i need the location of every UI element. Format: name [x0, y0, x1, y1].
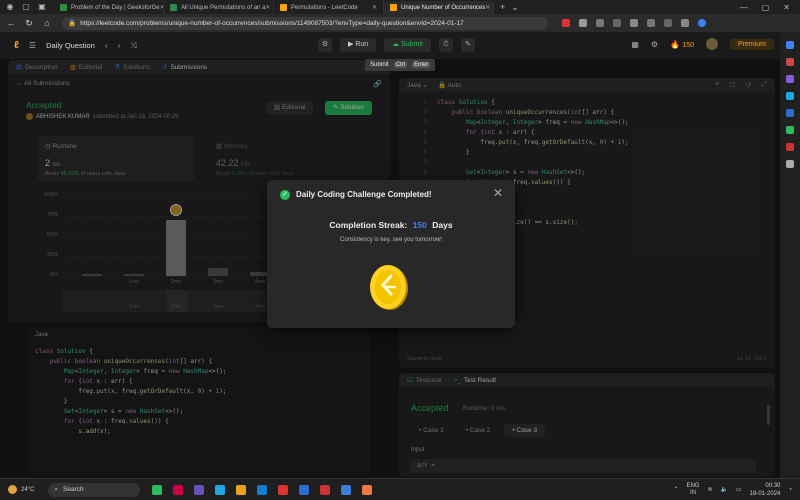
submit-tooltip: Submit Ctrl Enter: [365, 59, 436, 71]
taskbar-app-icon[interactable]: [278, 484, 289, 495]
weather-sun-icon: [8, 485, 17, 494]
downloads-icon[interactable]: [664, 19, 672, 27]
leetcode-favicon-icon: [390, 4, 397, 11]
leetcode-logo-icon[interactable]: ℓ: [14, 40, 19, 51]
windows-taskbar: 24°C ⌕ Search ⌃ ENG IN ≋ 🔈 ▭ 00:30 18-01-2…: [0, 478, 800, 500]
taskbar-app-icon[interactable]: [194, 484, 205, 495]
search-icon: ⌕: [54, 485, 59, 493]
battery-icon[interactable]: ▭: [736, 486, 742, 493]
tools-icon[interactable]: [786, 75, 794, 83]
prev-problem-icon[interactable]: ‹: [105, 41, 108, 50]
problem-list-title[interactable]: Daily Question: [46, 41, 95, 50]
wifi-icon[interactable]: ≋: [707, 486, 712, 493]
browser-tab-4[interactable]: Unique Number of Occurrences ✕: [384, 1, 494, 14]
browser-tab-1[interactable]: Problem of the Day | GeeksforGe ✕: [54, 1, 164, 14]
file-explorer-icon[interactable]: [236, 484, 247, 495]
outlook-icon[interactable]: [786, 109, 794, 117]
browser-tab-2[interactable]: All Unique Permutations of an a ✕: [164, 1, 274, 14]
close-tab-icon[interactable]: ✕: [485, 4, 490, 11]
streak[interactable]: 🔥 150: [670, 40, 694, 49]
taskbar-app-icon[interactable]: [215, 484, 226, 495]
tab-list-chevron-icon[interactable]: ⌄: [511, 2, 519, 13]
shopping-icon[interactable]: [786, 58, 794, 66]
center-toolbar: ⚙ ▶ Run ☁ Submit ⏱ ✎: [318, 38, 475, 52]
run-button[interactable]: ▶ Run: [340, 38, 377, 52]
browser-tab-bar: ◉ ▢ ▣ Problem of the Day | GeeksforGe ✕ …: [0, 0, 800, 14]
gfg-favicon-icon: [170, 4, 177, 11]
daily-challenge-modal: ✓ Daily Coding Challenge Completed! ✕ Co…: [267, 180, 515, 328]
language-indicator[interactable]: ENG IN: [686, 483, 699, 497]
extension-red-icon[interactable]: [562, 19, 570, 27]
gfg-favicon-icon: [60, 4, 67, 11]
weather-widget[interactable]: 24°C: [8, 485, 34, 494]
browser-tab-3[interactable]: Permutations - LeetCode ✕: [274, 1, 384, 14]
layout-icon[interactable]: ▦: [631, 40, 639, 49]
avatar[interactable]: [705, 38, 718, 50]
problem-list-icon[interactable]: ☰: [29, 41, 36, 50]
submit-button[interactable]: ☁ Submit: [384, 38, 431, 52]
header-right: ▦ ⚙ 🔥 150 Premium: [631, 38, 774, 50]
shuffle-icon[interactable]: ⤨: [130, 41, 136, 51]
address-bar-row: ← ↻ ⌂ 🔒 https://leetcode.com/problems/un…: [0, 14, 800, 32]
completion-streak: Completion Streak: 150 Days: [329, 220, 453, 230]
next-problem-icon[interactable]: ›: [118, 41, 121, 50]
system-tray: ⌃ ENG IN ≋ 🔈 ▭ 00:30 18-01-2024 ◔: [673, 482, 792, 498]
favorites-icon[interactable]: [596, 19, 604, 27]
refresh-icon[interactable]: ↻: [22, 18, 36, 29]
notes-icon[interactable]: ✎: [460, 38, 475, 52]
clock[interactable]: 00:30 18-01-2024: [750, 482, 781, 498]
leetcode-header: ℓ ☰ Daily Question ‹ › ⤨ ⚙ ▶ Run ☁ Submi…: [0, 32, 780, 59]
office-icon[interactable]: [786, 143, 794, 151]
taskbar-app-icon[interactable]: [173, 484, 184, 495]
workspaces-icon[interactable]: ▢: [20, 2, 32, 12]
add-sidebar-icon[interactable]: [786, 160, 794, 168]
debug-icon[interactable]: ⚙: [318, 38, 332, 52]
copilot-icon[interactable]: [698, 19, 706, 27]
new-tab-icon[interactable]: +: [500, 2, 505, 12]
taskbar-widget-icon[interactable]: [152, 484, 163, 495]
taskbar-app-icon[interactable]: [362, 484, 373, 495]
modal-message: Consistency is key, see you tomorrow!: [340, 237, 442, 243]
close-tab-icon[interactable]: ✕: [265, 4, 270, 11]
taskbar-search[interactable]: ⌕ Search: [48, 482, 141, 497]
premium-button[interactable]: Premium: [729, 38, 774, 50]
lock-icon: 🔒: [68, 20, 77, 27]
search-sidebar-icon[interactable]: [786, 41, 794, 49]
edge-icon[interactable]: [257, 484, 268, 495]
extension-grey-icon[interactable]: [579, 19, 587, 27]
close-icon[interactable]: ✕: [493, 186, 503, 200]
taskbar-app-icon[interactable]: [320, 484, 331, 495]
settings-menu-icon[interactable]: [681, 19, 689, 27]
check-circle-icon: ✓: [280, 190, 290, 200]
minimize-icon[interactable]: —: [740, 3, 748, 12]
leetcode-favicon-icon: [280, 4, 287, 11]
back-icon[interactable]: ←: [4, 18, 18, 28]
timer-icon[interactable]: ⏱: [438, 38, 453, 52]
maximize-icon[interactable]: ▢: [762, 3, 770, 12]
leetcode-coin-icon: [370, 265, 408, 310]
close-window-icon[interactable]: ✕: [783, 3, 790, 12]
tab-actions-icon[interactable]: ▣: [36, 2, 48, 12]
tray-chevron-icon[interactable]: ⌃: [673, 486, 678, 493]
home-icon[interactable]: ⌂: [40, 18, 54, 28]
vscode-icon[interactable]: [341, 484, 352, 495]
notifications-icon[interactable]: ◔: [788, 487, 792, 493]
store-icon[interactable]: [299, 484, 310, 495]
browser-sidebar: [780, 32, 800, 478]
fire-icon: 🔥: [670, 39, 681, 49]
profile-icon[interactable]: ◉: [4, 2, 16, 12]
window-controls: — ▢ ✕: [740, 3, 790, 12]
volume-icon[interactable]: 🔈: [721, 486, 728, 493]
split-screen-icon[interactable]: [613, 19, 621, 27]
url-field[interactable]: 🔒 https://leetcode.com/problems/unique-n…: [62, 16, 548, 30]
close-tab-icon[interactable]: ✕: [372, 4, 377, 11]
extensions-icon[interactable]: [647, 19, 655, 27]
games-icon[interactable]: [786, 92, 794, 100]
modal-title: Daily Coding Challenge Completed!: [296, 190, 432, 199]
drop-icon[interactable]: [786, 126, 794, 134]
collections-icon[interactable]: [630, 19, 638, 27]
settings-icon[interactable]: ⚙: [651, 40, 658, 49]
